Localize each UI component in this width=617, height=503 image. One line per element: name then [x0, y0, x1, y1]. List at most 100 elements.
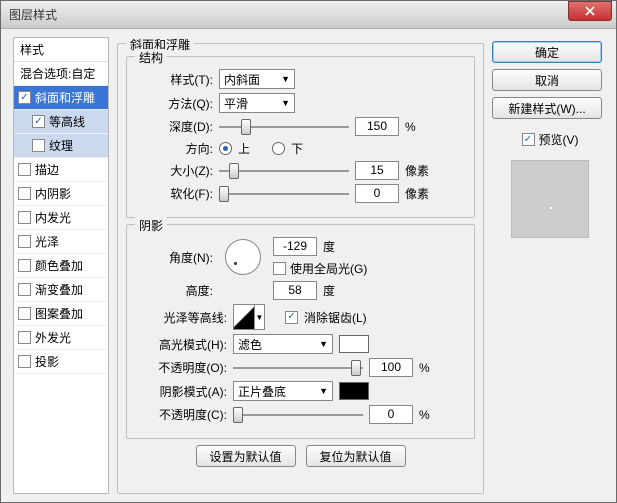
fx-label: 内发光: [35, 209, 71, 226]
shading-legend: 阴影: [135, 217, 167, 234]
depth-input[interactable]: 150: [355, 117, 399, 136]
antialias-label: 消除锯齿(L): [304, 309, 367, 326]
fx-checkbox[interactable]: [18, 307, 31, 320]
shadow-mode-select[interactable]: 正片叠底▼: [233, 381, 333, 401]
fx-item[interactable]: 渐变叠加: [14, 278, 108, 302]
shadow-opacity-label: 不透明度(C):: [137, 406, 227, 423]
shadow-color-swatch[interactable]: [339, 382, 369, 400]
highlight-mode-select[interactable]: 滤色▼: [233, 334, 333, 354]
cancel-button[interactable]: 取消: [492, 69, 602, 91]
structure-legend: 结构: [135, 49, 167, 66]
fx-label: 描边: [35, 161, 59, 178]
fx-label: 光泽: [35, 233, 59, 250]
size-slider[interactable]: [219, 162, 349, 180]
fx-label: 内阴影: [35, 185, 71, 202]
fx-label: 图案叠加: [35, 305, 83, 322]
fx-label: 等高线: [49, 113, 85, 130]
fx-checkbox[interactable]: [32, 115, 45, 128]
altitude-input[interactable]: 58: [273, 281, 317, 300]
fx-label: 投影: [35, 353, 59, 370]
fx-checkbox[interactable]: [18, 163, 31, 176]
fx-item[interactable]: 图案叠加: [14, 302, 108, 326]
close-icon: [585, 6, 595, 16]
altitude-label: 高度:: [137, 282, 213, 299]
highlight-opacity-slider[interactable]: [233, 359, 363, 377]
window-title: 图层样式: [5, 6, 568, 23]
bevel-group: 斜面和浮雕 结构 样式(T): 内斜面▼ 方法(Q): 平滑▼ 深度(D):: [117, 43, 484, 494]
depth-slider[interactable]: [219, 118, 349, 136]
shading-group: 阴影 角度(N): -129 度 使用全局光(G): [126, 224, 475, 439]
highlight-mode-label: 高光模式(H):: [137, 336, 227, 353]
shadow-opacity-input[interactable]: 0: [369, 405, 413, 424]
close-button[interactable]: [568, 1, 612, 21]
fx-checkbox[interactable]: [18, 187, 31, 200]
fx-checkbox[interactable]: [18, 331, 31, 344]
style-label: 样式(T):: [137, 71, 213, 88]
highlight-opacity-label: 不透明度(O):: [137, 359, 227, 376]
fx-item[interactable]: 斜面和浮雕: [14, 86, 108, 110]
fx-item[interactable]: 投影: [14, 350, 108, 374]
fx-checkbox[interactable]: [18, 355, 31, 368]
reset-default-button[interactable]: 复位为默认值: [306, 445, 406, 467]
direction-down-radio[interactable]: [272, 142, 285, 155]
titlebar[interactable]: 图层样式: [1, 1, 616, 29]
fx-checkbox[interactable]: [18, 91, 31, 104]
px-unit: 像素: [405, 185, 435, 202]
global-light-label: 使用全局光(G): [290, 260, 367, 277]
percent-unit: %: [405, 120, 435, 134]
soften-slider[interactable]: [219, 185, 349, 203]
fx-item[interactable]: 光泽: [14, 230, 108, 254]
soften-input[interactable]: 0: [355, 184, 399, 203]
chevron-down-icon: ▼: [281, 74, 290, 84]
shadow-opacity-slider[interactable]: [233, 406, 363, 424]
global-light-checkbox[interactable]: [273, 262, 286, 275]
fx-item[interactable]: 纹理: [14, 134, 108, 158]
percent-unit: %: [419, 408, 449, 422]
technique-label: 方法(Q):: [137, 95, 213, 112]
down-label: 下: [291, 140, 303, 157]
new-style-button[interactable]: 新建样式(W)...: [492, 97, 602, 119]
technique-select[interactable]: 平滑▼: [219, 93, 295, 113]
fx-checkbox[interactable]: [18, 235, 31, 248]
fx-item[interactable]: 内阴影: [14, 182, 108, 206]
direction-up-radio[interactable]: [219, 142, 232, 155]
fx-item[interactable]: 内发光: [14, 206, 108, 230]
layer-style-dialog: 图层样式 样式 混合选项:自定 斜面和浮雕等高线纹理描边内阴影内发光光泽颜色叠加…: [0, 0, 617, 503]
gloss-contour-picker[interactable]: ▼: [233, 304, 265, 330]
fx-checkbox[interactable]: [18, 283, 31, 296]
ok-button[interactable]: 确定: [492, 41, 602, 63]
chevron-down-icon: ▼: [281, 98, 290, 108]
fx-label: 外发光: [35, 329, 71, 346]
fx-label: 斜面和浮雕: [35, 89, 95, 106]
angle-input[interactable]: -129: [273, 237, 317, 256]
preview-checkbox[interactable]: [522, 133, 535, 146]
size-label: 大小(Z):: [137, 162, 213, 179]
fx-item[interactable]: 等高线: [14, 110, 108, 134]
antialias-checkbox[interactable]: [285, 311, 298, 324]
highlight-color-swatch[interactable]: [339, 335, 369, 353]
structure-group: 结构 样式(T): 内斜面▼ 方法(Q): 平滑▼ 深度(D): 150 %: [126, 56, 475, 218]
fx-item[interactable]: 描边: [14, 158, 108, 182]
fx-item[interactable]: 颜色叠加: [14, 254, 108, 278]
size-input[interactable]: 15: [355, 161, 399, 180]
deg-unit: 度: [323, 282, 335, 299]
deg-unit: 度: [323, 238, 335, 255]
angle-picker[interactable]: [225, 239, 261, 275]
up-label: 上: [238, 140, 250, 157]
fx-label: 渐变叠加: [35, 281, 83, 298]
fx-checkbox[interactable]: [32, 139, 45, 152]
action-panel: 确定 取消 新建样式(W)... 预览(V): [492, 37, 608, 494]
make-default-button[interactable]: 设置为默认值: [196, 445, 296, 467]
chevron-down-icon: ▼: [254, 305, 264, 329]
fx-checkbox[interactable]: [18, 211, 31, 224]
px-unit: 像素: [405, 162, 435, 179]
style-select[interactable]: 内斜面▼: [219, 69, 295, 89]
direction-label: 方向:: [137, 140, 213, 157]
blend-options-item[interactable]: 混合选项:自定: [14, 62, 108, 86]
fx-checkbox[interactable]: [18, 259, 31, 272]
highlight-opacity-input[interactable]: 100: [369, 358, 413, 377]
fx-item[interactable]: 外发光: [14, 326, 108, 350]
angle-label: 角度(N):: [137, 249, 213, 266]
percent-unit: %: [419, 361, 449, 375]
chevron-down-icon: ▼: [319, 386, 328, 396]
